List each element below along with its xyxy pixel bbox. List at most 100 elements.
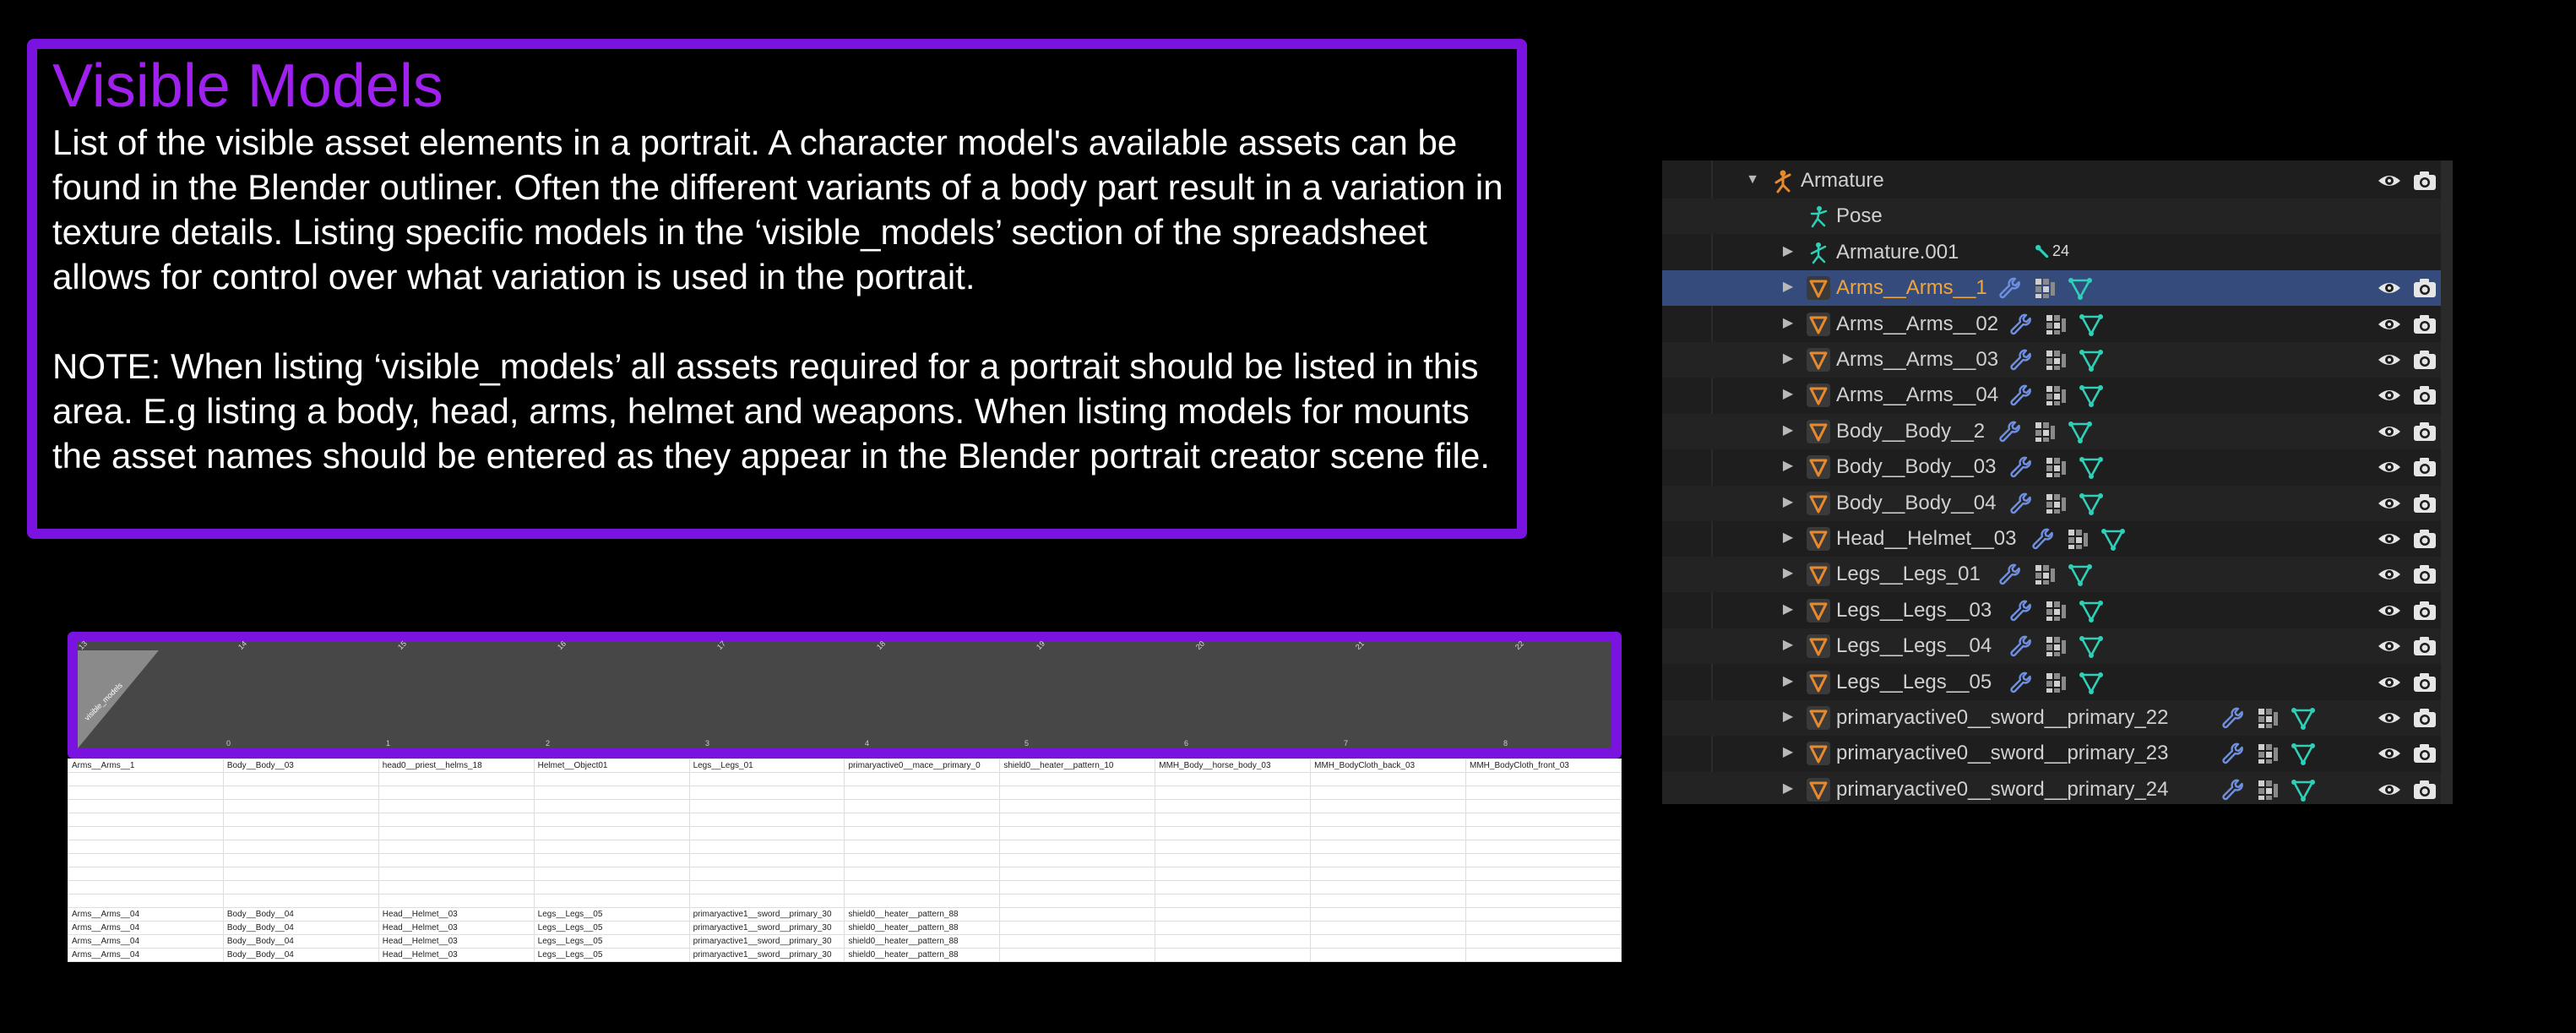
outliner-item[interactable]: ▶ Body__Body__2: [1662, 413, 2441, 449]
camera-icon[interactable]: [2412, 634, 2437, 658]
table-cell[interactable]: Head__Helmet__03: [378, 907, 535, 922]
eye-icon[interactable]: [2377, 527, 2402, 551]
table-cell[interactable]: MMH_BodyCloth_back_03: [1310, 758, 1467, 773]
expand-arrow-icon[interactable]: ▶: [1780, 530, 1796, 546]
table-cell[interactable]: [222, 799, 379, 813]
eye-icon[interactable]: [2377, 420, 2402, 443]
table-cell[interactable]: Body__Body__04: [222, 921, 379, 935]
table-cell[interactable]: [1465, 786, 1622, 800]
table-cell[interactable]: Body__Body__04: [222, 934, 379, 949]
table-cell[interactable]: [68, 799, 224, 813]
table-cell[interactable]: [378, 867, 535, 881]
table-cell[interactable]: [688, 894, 845, 908]
expand-arrow-icon[interactable]: ▶: [1780, 744, 1796, 761]
camera-icon[interactable]: [2412, 492, 2437, 515]
modifier-icons[interactable]: [2008, 491, 2104, 516]
camera-icon[interactable]: [2412, 313, 2437, 336]
camera-icon[interactable]: [2412, 778, 2437, 802]
table-cell[interactable]: [1310, 840, 1467, 854]
table-cell[interactable]: [1310, 948, 1467, 962]
table-cell[interactable]: [999, 772, 1156, 786]
eye-icon[interactable]: [2377, 492, 2402, 515]
table-cell[interactable]: [1465, 772, 1622, 786]
table-cell[interactable]: [999, 880, 1156, 894]
table-cell[interactable]: [68, 826, 224, 840]
table-cell[interactable]: [378, 894, 535, 908]
table-cell[interactable]: [68, 867, 224, 881]
outliner-item[interactable]: ▶ Body__Body__04: [1662, 485, 2441, 521]
table-cell[interactable]: MMH_BodyCloth_front_03: [1465, 758, 1622, 773]
modifier-icons[interactable]: [2008, 670, 2104, 695]
table-cell[interactable]: [222, 786, 379, 800]
table-cell[interactable]: [999, 921, 1156, 935]
eye-icon[interactable]: [2377, 455, 2402, 479]
table-cell[interactable]: [1155, 880, 1312, 894]
table-cell[interactable]: [999, 907, 1156, 922]
table-cell[interactable]: [1155, 853, 1312, 867]
table-cell[interactable]: [1155, 799, 1312, 813]
table-cell[interactable]: [1310, 826, 1467, 840]
eye-icon[interactable]: [2377, 169, 2402, 193]
table-cell[interactable]: [1465, 867, 1622, 881]
table-cell[interactable]: [533, 813, 690, 827]
modifier-icons[interactable]: [2008, 633, 2104, 659]
table-cell[interactable]: [68, 786, 224, 800]
expand-arrow-icon[interactable]: ▶: [1780, 243, 1796, 260]
table-cell[interactable]: [222, 880, 379, 894]
expand-arrow-icon[interactable]: ▶: [1780, 315, 1796, 332]
table-cell[interactable]: [533, 786, 690, 800]
table-cell[interactable]: [844, 880, 1001, 894]
table-cell[interactable]: [378, 786, 535, 800]
table-cell[interactable]: [1310, 786, 1467, 800]
table-cell[interactable]: MMH_Body__horse_body_03: [1155, 758, 1312, 773]
table-cell[interactable]: [1465, 853, 1622, 867]
table-cell[interactable]: [68, 813, 224, 827]
table-cell[interactable]: [222, 826, 379, 840]
table-cell[interactable]: [999, 894, 1156, 908]
table-cell[interactable]: [68, 772, 224, 786]
table-cell[interactable]: shield0__heater__pattern_88: [844, 907, 1001, 922]
table-cell[interactable]: [844, 826, 1001, 840]
table-cell[interactable]: primaryactive0__mace__primary_0: [844, 758, 1001, 773]
table-cell[interactable]: [68, 853, 224, 867]
table-cell[interactable]: [688, 880, 845, 894]
table-cell[interactable]: Legs__Legs__05: [533, 907, 690, 922]
table-cell[interactable]: [1155, 826, 1312, 840]
outliner-item[interactable]: ▶ Legs__Legs__04: [1662, 628, 2441, 665]
collapse-arrow-icon[interactable]: ▼: [1745, 171, 1760, 188]
modifier-icons[interactable]: [2008, 454, 2104, 480]
table-cell[interactable]: [533, 826, 690, 840]
outliner-item[interactable]: ▶ Legs__Legs__05: [1662, 665, 2441, 700]
table-cell[interactable]: shield0__heater__pattern_88: [844, 934, 1001, 949]
expand-arrow-icon[interactable]: ▶: [1780, 279, 1796, 296]
eye-icon[interactable]: [2377, 671, 2402, 694]
table-cell[interactable]: [378, 880, 535, 894]
table-cell[interactable]: [1465, 880, 1622, 894]
eye-icon[interactable]: [2377, 313, 2402, 336]
camera-icon[interactable]: [2412, 527, 2437, 551]
table-cell[interactable]: head0__priest__helms_18: [378, 758, 535, 773]
camera-icon[interactable]: [2412, 383, 2437, 407]
table-cell[interactable]: [1155, 813, 1312, 827]
outliner-item[interactable]: Pose: [1662, 198, 2441, 235]
table-cell[interactable]: [378, 840, 535, 854]
modifier-icons[interactable]: [1997, 562, 2093, 587]
table-cell[interactable]: Arms__Arms__04: [68, 948, 224, 962]
table-cell[interactable]: shield0__heater__pattern_10: [999, 758, 1156, 773]
table-cell[interactable]: [1155, 934, 1312, 949]
table-cell[interactable]: [844, 894, 1001, 908]
table-cell[interactable]: Head__Helmet__03: [378, 934, 535, 949]
expand-arrow-icon[interactable]: ▶: [1780, 422, 1796, 439]
table-cell[interactable]: [1155, 921, 1312, 935]
table-cell[interactable]: [1465, 826, 1622, 840]
table-cell[interactable]: [1465, 799, 1622, 813]
table-cell[interactable]: [533, 894, 690, 908]
camera-icon[interactable]: [2412, 563, 2437, 586]
table-cell[interactable]: [1310, 894, 1467, 908]
table-cell[interactable]: [1310, 921, 1467, 935]
table-cell[interactable]: [222, 772, 379, 786]
table-cell[interactable]: shield0__heater__pattern_88: [844, 948, 1001, 962]
modifier-icons[interactable]: [2008, 347, 2104, 372]
table-cell[interactable]: [1155, 894, 1312, 908]
modifier-icons[interactable]: [1997, 419, 2093, 444]
